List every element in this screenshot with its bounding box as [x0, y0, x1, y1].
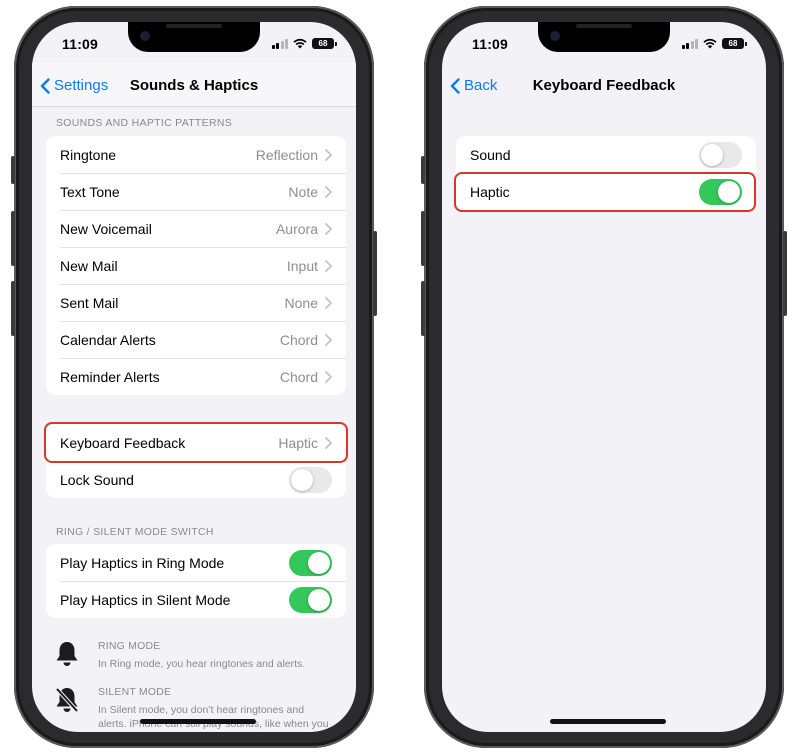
- row-value: Chord: [279, 368, 318, 385]
- page-title: Keyboard Feedback: [532, 77, 676, 94]
- row-new-mail[interactable]: New Mail Input: [46, 247, 346, 284]
- ring-mode-note: RING MODE In Ring mode, you hear rington…: [54, 640, 324, 680]
- row-label: Sent Mail: [60, 294, 119, 311]
- ring-mode-title: RING MODE: [98, 640, 161, 652]
- row-value: Reflection: [255, 146, 318, 163]
- silent-mode-title: SILENT MODE: [98, 686, 172, 698]
- row-label: Sound: [470, 146, 511, 163]
- chevron-right-icon: [325, 334, 332, 346]
- left-phone: 11:09 68 Settings Sounds & Haptics SOUND…: [11, 6, 377, 748]
- volume-down-button: [421, 281, 425, 336]
- bell-icon: [56, 642, 78, 666]
- chevron-right-icon: [325, 186, 332, 198]
- row-label: Play Haptics in Ring Mode: [60, 554, 225, 571]
- mute-switch: [421, 156, 425, 184]
- row-value: None: [284, 294, 318, 311]
- row-label: Play Haptics in Silent Mode: [60, 591, 231, 608]
- wifi-icon: [293, 38, 307, 49]
- page-title: Sounds & Haptics: [129, 77, 259, 94]
- battery-icon: 68: [722, 38, 747, 49]
- silent-mode-note: SILENT MODE In Silent mode, you don’t he…: [54, 686, 329, 732]
- row-ring-haptics: Play Haptics in Ring Mode: [46, 544, 346, 581]
- bell-slash-icon: [55, 687, 79, 713]
- row-new-voicemail[interactable]: New Voicemail Aurora: [46, 210, 346, 247]
- chevron-right-icon: [325, 223, 332, 235]
- right-phone: 11:09 68 Back Keyboard Feedback Sound Ha…: [421, 6, 787, 748]
- section-header-switch: RING / SILENT MODE SWITCH: [56, 526, 214, 538]
- status-time: 11:09: [472, 36, 509, 52]
- cellular-signal-icon: [681, 38, 698, 49]
- power-button: [373, 231, 377, 316]
- sound-toggle[interactable]: [699, 141, 742, 168]
- mute-switch: [11, 156, 15, 184]
- row-value: Note: [288, 183, 318, 200]
- battery-icon: 68: [312, 38, 337, 49]
- volume-up-button: [11, 211, 15, 266]
- row-value: Aurora: [275, 220, 318, 237]
- status-bar: 11:09 68: [442, 36, 766, 56]
- nav-bar: Settings Sounds & Haptics: [32, 62, 356, 107]
- haptic-toggle[interactable]: [699, 178, 742, 205]
- volume-down-button: [11, 281, 15, 336]
- row-value: Chord: [279, 331, 318, 348]
- home-indicator[interactable]: [550, 719, 666, 724]
- lock-sound-toggle[interactable]: [289, 466, 332, 493]
- silent-mode-description: In Silent mode, you don’t hear ringtones…: [98, 704, 329, 730]
- row-silent-haptics: Play Haptics in Silent Mode: [46, 581, 346, 618]
- chevron-right-icon: [325, 149, 332, 161]
- row-label: Calendar Alerts: [60, 331, 156, 348]
- row-label: New Voicemail: [60, 220, 152, 237]
- chevron-right-icon: [325, 260, 332, 272]
- row-label: Keyboard Feedback: [60, 434, 186, 451]
- wifi-icon: [703, 38, 717, 49]
- row-label: Haptic: [470, 183, 510, 200]
- row-calendar-alerts[interactable]: Calendar Alerts Chord: [46, 321, 346, 358]
- row-value: Haptic: [278, 434, 318, 451]
- left-screen: 11:09 68 Settings Sounds & Haptics SOUND…: [32, 22, 356, 732]
- cellular-signal-icon: [271, 38, 288, 49]
- chevron-right-icon: [325, 437, 332, 449]
- row-lock-sound: Lock Sound: [46, 461, 346, 498]
- row-sent-mail[interactable]: Sent Mail None: [46, 284, 346, 321]
- switch-group: Play Haptics in Ring Mode Play Haptics i…: [46, 544, 346, 618]
- patterns-group: Ringtone Reflection Text Tone Note New V…: [46, 136, 346, 395]
- row-text-tone[interactable]: Text Tone Note: [46, 173, 346, 210]
- ring-haptics-toggle[interactable]: [289, 549, 332, 576]
- right-screen: 11:09 68 Back Keyboard Feedback Sound Ha…: [442, 22, 766, 732]
- section-header-patterns: SOUNDS AND HAPTIC PATTERNS: [56, 117, 233, 129]
- status-bar: 11:09 68: [32, 36, 356, 56]
- row-reminder-alerts[interactable]: Reminder Alerts Chord: [46, 358, 346, 395]
- row-label: Ringtone: [60, 146, 117, 163]
- row-value: Input: [286, 257, 318, 274]
- row-label: Text Tone: [60, 183, 120, 200]
- row-sound: Sound: [456, 136, 756, 173]
- volume-up-button: [421, 211, 425, 266]
- chevron-right-icon: [325, 371, 332, 383]
- home-indicator[interactable]: [140, 719, 256, 724]
- ring-mode-description: In Ring mode, you hear ringtones and ale…: [98, 658, 306, 670]
- row-keyboard-feedback[interactable]: Keyboard Feedback Haptic: [46, 424, 346, 461]
- power-button: [783, 231, 787, 316]
- row-ringtone[interactable]: Ringtone Reflection: [46, 136, 346, 173]
- row-label: Reminder Alerts: [60, 368, 160, 385]
- row-label: New Mail: [60, 257, 118, 274]
- keyboard-group: Keyboard Feedback Haptic Lock Sound: [46, 424, 346, 498]
- nav-bar: Back Keyboard Feedback: [442, 62, 766, 106]
- silent-haptics-toggle[interactable]: [289, 586, 332, 613]
- status-time: 11:09: [62, 36, 99, 52]
- row-haptic: Haptic: [456, 173, 756, 210]
- chevron-right-icon: [325, 297, 332, 309]
- row-label: Lock Sound: [60, 471, 134, 488]
- feedback-group: Sound Haptic: [456, 136, 756, 210]
